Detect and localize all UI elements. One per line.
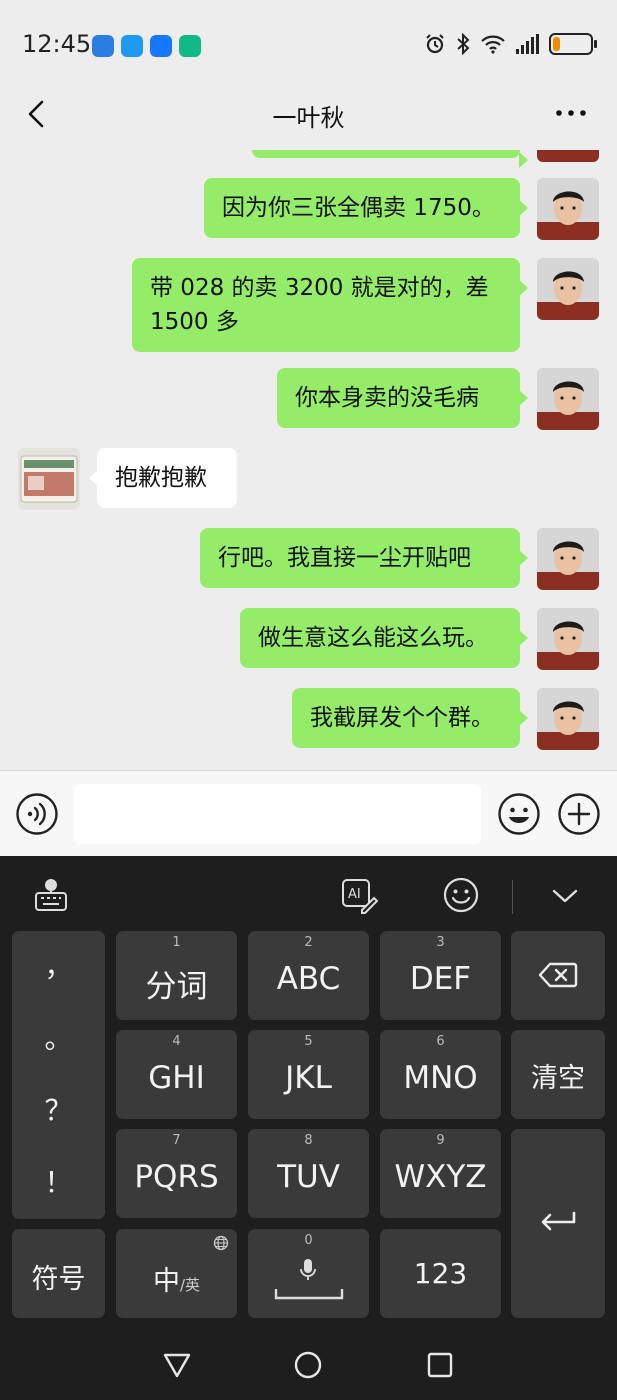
numbers-key[interactable]: 123	[380, 1229, 501, 1318]
avatar[interactable]	[18, 448, 80, 510]
bluetooth-icon	[457, 33, 470, 55]
home-circle-icon[interactable]	[293, 1350, 323, 1380]
emoji-icon[interactable]	[497, 792, 541, 836]
language-switch-key[interactable]: 中/英	[116, 1229, 237, 1318]
wifi-icon	[481, 35, 505, 54]
avatar[interactable]	[537, 688, 599, 750]
language-label: 中/英	[152, 1266, 201, 1297]
collapse-keyboard-icon[interactable]	[546, 876, 584, 914]
avatar[interactable]	[537, 528, 599, 590]
message-bubble[interactable]: 抱歉抱歉	[89, 448, 237, 508]
backspace-key[interactable]	[511, 931, 605, 1020]
key-1-segment[interactable]: 1 分词	[116, 931, 237, 1020]
plus-icon[interactable]	[557, 792, 601, 836]
notification-icons	[92, 35, 201, 57]
punct-exclamation-key[interactable]: ！	[12, 1161, 105, 1201]
punct-period-key[interactable]: 。	[12, 1017, 105, 1057]
toolbar-divider	[512, 880, 513, 914]
message-input[interactable]	[74, 784, 481, 844]
key-4-ghi[interactable]: 4 GHI	[116, 1030, 237, 1119]
message-bubble[interactable]: 因为你三张全偶卖 1750。	[204, 178, 528, 238]
avatar[interactable]	[537, 150, 599, 162]
keyboard: AI ， 。 ？ ！ 1 分词 2 ABC 3 DEF 4 GHI 5 JKL …	[0, 856, 617, 1328]
key-6-mno[interactable]: 6 MNO	[380, 1030, 501, 1119]
message-bubble[interactable]: 做生意这么能这么玩。	[240, 608, 528, 668]
more-options-icon[interactable]	[551, 98, 591, 128]
battery-level	[553, 37, 560, 51]
keyboard-settings-icon[interactable]	[32, 876, 70, 914]
keyboard-toolbar: AI	[0, 856, 617, 930]
ai-writing-icon[interactable]: AI	[340, 876, 378, 914]
status-bar: 12:45	[0, 0, 617, 90]
avatar[interactable]	[537, 608, 599, 670]
back-triangle-icon[interactable]	[162, 1350, 192, 1380]
message-list[interactable]: 因为你三张全偶卖 1750。 带 028 的卖 3200 就是对的，差 1500…	[0, 150, 617, 770]
clear-key[interactable]: 清空	[511, 1030, 605, 1119]
recents-square-icon[interactable]	[425, 1350, 455, 1380]
space-key[interactable]: 0	[248, 1229, 369, 1318]
voice-input-icon[interactable]	[15, 792, 59, 836]
key-7-pqrs[interactable]: 7 PQRS	[116, 1129, 237, 1218]
key-5-jkl[interactable]: 5 JKL	[248, 1030, 369, 1119]
chat-header: 一叶秋	[0, 90, 617, 150]
punct-question-key[interactable]: ？	[12, 1089, 105, 1129]
punct-comma-key[interactable]: ，	[12, 945, 105, 985]
key-2-abc[interactable]: 2 ABC	[248, 931, 369, 1020]
message-bubble[interactable]: 行吧。我直接一尘开贴吧	[200, 528, 528, 588]
enter-icon	[541, 1211, 576, 1231]
system-nav-bar	[0, 1328, 617, 1400]
status-time: 12:45	[22, 30, 92, 58]
message-bubble[interactable]	[252, 150, 528, 168]
key-3-def[interactable]: 3 DEF	[380, 931, 501, 1020]
backspace-icon	[538, 962, 578, 988]
globe-icon	[213, 1235, 229, 1251]
alipay-icon	[150, 35, 172, 57]
spacebar-icon	[274, 1289, 344, 1300]
status-icons	[424, 33, 597, 55]
app-blue-icon	[92, 35, 114, 57]
keyboard-emoji-icon[interactable]	[442, 876, 480, 914]
input-bar	[0, 770, 617, 856]
battery-icon	[549, 33, 597, 55]
avatar[interactable]	[537, 368, 599, 430]
key-8-tuv[interactable]: 8 TUV	[248, 1129, 369, 1218]
avatar[interactable]	[537, 178, 599, 240]
chat-title: 一叶秋	[272, 104, 345, 132]
enter-key[interactable]	[511, 1129, 605, 1318]
symbols-key[interactable]: 符号	[12, 1229, 105, 1318]
app-green-icon	[179, 35, 201, 57]
avatar[interactable]	[537, 258, 599, 320]
message-bubble[interactable]: 你本身卖的没毛病	[277, 368, 528, 428]
svg-text:AI: AI	[348, 887, 361, 902]
message-bubble[interactable]: 我截屏发个个群。	[292, 688, 528, 748]
signal-icon	[516, 34, 539, 54]
punctuation-column[interactable]: ， 。 ？ ！	[12, 931, 105, 1219]
alarm-icon	[426, 34, 444, 54]
key-9-wxyz[interactable]: 9 WXYZ	[380, 1129, 501, 1218]
microphone-icon	[300, 1259, 316, 1280]
chat-bubble-icon	[121, 35, 143, 57]
message-bubble[interactable]: 带 028 的卖 3200 就是对的，差 1500 多	[132, 258, 528, 352]
